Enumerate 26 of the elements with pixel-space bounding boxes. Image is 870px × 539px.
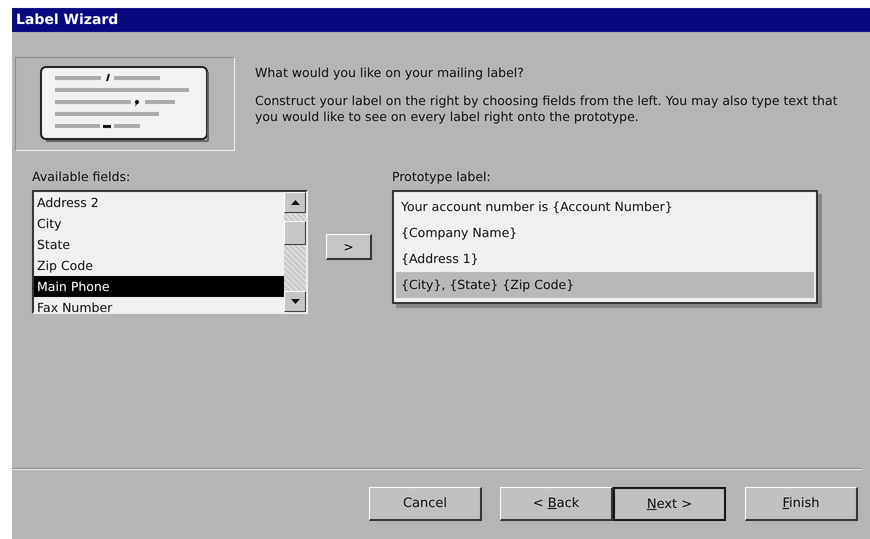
field-item[interactable]: State: [34, 234, 284, 255]
scroll-thumb[interactable]: [284, 221, 306, 245]
field-item[interactable]: Fax Number: [34, 297, 284, 312]
wizard-button[interactable]: Next >: [613, 487, 726, 521]
wizard-button[interactable]: Finish: [745, 487, 858, 521]
add-field-button[interactable]: >: [326, 234, 372, 260]
prototype-label-caption: Prototype label:: [392, 169, 492, 184]
wizard-instructions: Construct your label on the right by choosing fields from the left. You may also type text that you would like to see on every label right onto the prototype.: [255, 93, 839, 125]
wizard-button[interactable]: Cancel: [369, 487, 482, 521]
up-arrow-icon: [290, 200, 300, 205]
field-item[interactable]: Address 2: [34, 192, 284, 213]
wizard-button[interactable]: < Back: [500, 487, 613, 521]
scroll-down-button[interactable]: [284, 291, 306, 312]
prototype-line[interactable]: Your account number is {Account Number}: [396, 194, 814, 220]
field-item[interactable]: City: [34, 213, 284, 234]
scroll-up-button[interactable]: [284, 192, 306, 213]
prototype-line[interactable]: {Company Name}: [396, 220, 814, 246]
scrollbar[interactable]: [284, 192, 306, 312]
prototype-line[interactable]: {Address 1}: [396, 246, 814, 272]
field-item[interactable]: Main Phone: [34, 276, 284, 297]
wizard-question: What would you like on your mailing label?: [255, 65, 525, 81]
field-item[interactable]: Zip Code: [34, 255, 284, 276]
window-title: Label Wizard: [12, 8, 870, 32]
available-fields-label: Available fields:: [32, 169, 132, 184]
available-fields-list[interactable]: Address 2 City State Zip Code Main Phone Fax Number: [32, 190, 308, 314]
down-arrow-icon: [290, 299, 300, 304]
